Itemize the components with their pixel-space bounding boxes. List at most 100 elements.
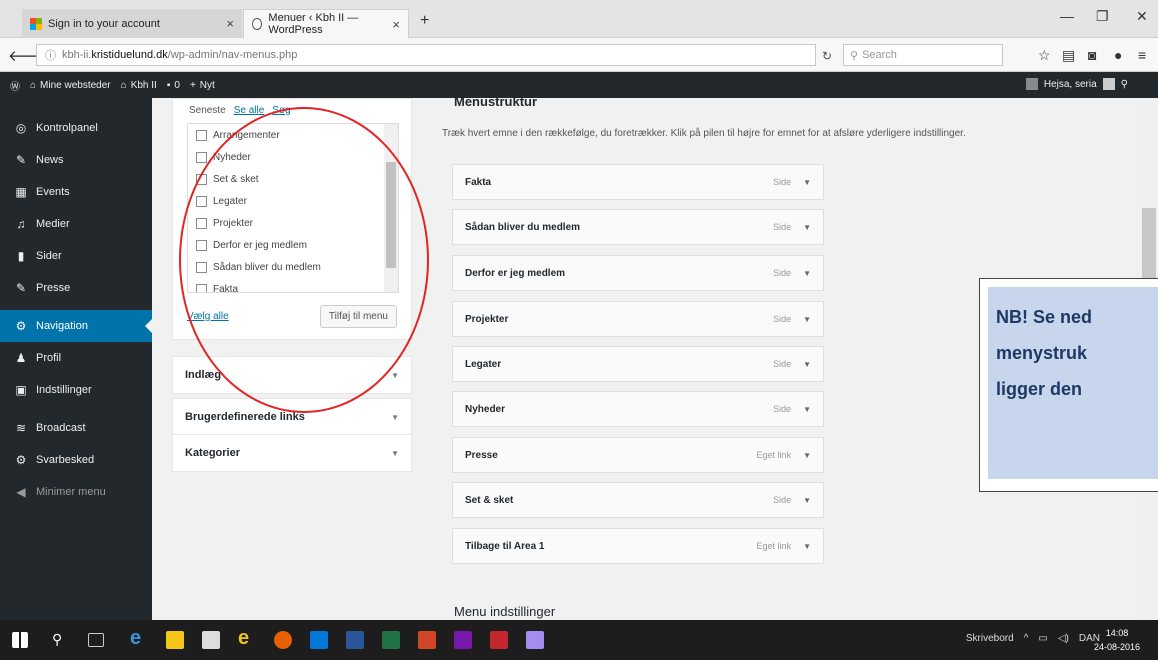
wp-admin-bar: Ⓦ ⌂ Mine websteder ⌂ Kbh II ▪ 0 + Nyt Hejsa,… bbox=[0, 72, 1158, 98]
expand-toggle-icon[interactable]: ▼ bbox=[803, 496, 811, 505]
address-bar[interactable]: ⓘ kbh-ii. kristiduelund.dk/wp-admin/nav-m… bbox=[36, 44, 816, 66]
restore-icon[interactable]: ❐ bbox=[1096, 8, 1109, 25]
menu-item[interactable]: Legater Side ▼ bbox=[452, 346, 824, 382]
expand-toggle-icon[interactable]: ▼ bbox=[803, 178, 811, 187]
menu-item-title: Nyheder bbox=[465, 403, 506, 415]
volume-icon[interactable]: ◁) bbox=[1058, 633, 1069, 644]
sidebar-item-broadcast[interactable]: ≋ Broadcast bbox=[0, 412, 152, 444]
menu-item-title: Sådan bliver du medlem bbox=[465, 221, 581, 233]
store-icon[interactable] bbox=[202, 631, 220, 649]
sidebar-item-presse[interactable]: ✎ Presse bbox=[0, 272, 152, 304]
desktop-toolbar-label[interactable]: Skrivebord bbox=[966, 633, 1014, 644]
my-sites-link[interactable]: ⌂ Mine websteder bbox=[30, 80, 111, 91]
sidebar-item-sider[interactable]: ▮ Sider bbox=[0, 240, 152, 272]
note-line: menystruk bbox=[996, 343, 1088, 363]
expand-toggle-icon[interactable]: ▼ bbox=[803, 315, 811, 324]
internet-explorer-icon[interactable]: e bbox=[238, 627, 256, 649]
sidebar-item-indstillinger[interactable]: ▣ Indstillinger bbox=[0, 374, 152, 406]
tab-title: Menuer ‹ Kbh II — WordPress bbox=[268, 12, 359, 36]
account-area: Hejsa, seria ⚲ bbox=[1025, 78, 1128, 90]
home-icon: ⌂ bbox=[120, 79, 127, 91]
sidebar-item-events[interactable]: ▦ Events bbox=[0, 176, 152, 208]
search-input[interactable]: ⚲ Search bbox=[843, 44, 1003, 66]
close-window-icon[interactable]: ✕ bbox=[1136, 8, 1148, 25]
sidebar-item-navigation[interactable]: ⚙ Navigation bbox=[0, 310, 152, 342]
comments-link[interactable]: ▪ 0 bbox=[167, 80, 180, 91]
expand-toggle-icon[interactable]: ▼ bbox=[803, 542, 811, 551]
search-icon[interactable]: ⚲ bbox=[1121, 79, 1128, 90]
note-line: ligger den bbox=[996, 379, 1083, 399]
sidebar-item-svarbesked[interactable]: ⚙ Svarbesked bbox=[0, 444, 152, 476]
wordpress-logo-icon[interactable]: Ⓦ bbox=[10, 78, 20, 93]
clock[interactable]: 14:08 24-08-2016 bbox=[1094, 626, 1140, 654]
edge-browser-icon[interactable]: e bbox=[130, 627, 148, 649]
menu-item[interactable]: Sådan bliver du medlem Side ▼ bbox=[452, 209, 824, 245]
acrobat-icon[interactable] bbox=[490, 631, 508, 649]
pocket-icon[interactable]: ◙ bbox=[1088, 47, 1096, 63]
chevron-up-icon[interactable]: ^ bbox=[1024, 633, 1029, 644]
accordion-label: Indlæg bbox=[185, 369, 222, 381]
sidebar-item-profil[interactable]: ♟ Profil bbox=[0, 342, 152, 374]
file-explorer-icon[interactable] bbox=[166, 631, 184, 649]
windows-taskbar: ⚲ e e Skrivebord ^ ▭ ◁) DAN 14:08 24-08-… bbox=[0, 620, 1158, 660]
outlook-icon[interactable] bbox=[310, 631, 328, 649]
menu-item[interactable]: Tilbage til Area 1 Eget link ▼ bbox=[452, 528, 824, 564]
pin-icon: ✎ bbox=[15, 153, 27, 167]
bookmark-star-icon[interactable]: ☆ bbox=[1038, 47, 1051, 64]
expand-toggle-icon[interactable]: ▼ bbox=[803, 451, 811, 460]
settings-icon: ▣ bbox=[15, 383, 27, 397]
expand-toggle-icon[interactable]: ▼ bbox=[803, 405, 811, 414]
sidebar-item-kontrolpanel[interactable]: ◎ Kontrolpanel bbox=[0, 112, 152, 144]
powerpoint-icon[interactable] bbox=[418, 631, 436, 649]
checkbox[interactable] bbox=[196, 129, 207, 141]
expand-toggle-icon[interactable]: ▼ bbox=[803, 223, 811, 232]
checkbox[interactable] bbox=[196, 151, 207, 163]
extension-icon[interactable]: ● bbox=[1114, 47, 1122, 63]
reload-icon[interactable]: ↻ bbox=[822, 49, 832, 63]
firefox-icon[interactable] bbox=[274, 631, 292, 649]
menu-item[interactable]: Presse Eget link ▼ bbox=[452, 437, 824, 473]
hamburger-menu-icon[interactable]: ≡ bbox=[1138, 47, 1146, 63]
sidebar-item-label: Broadcast bbox=[36, 422, 86, 434]
clock-date: 24-08-2016 bbox=[1093, 642, 1140, 652]
minimize-icon[interactable]: — bbox=[1060, 8, 1074, 24]
menu-structure-heading: Menustruktur bbox=[454, 98, 538, 109]
menu-item-type: Side bbox=[773, 495, 792, 505]
expand-toggle-icon[interactable]: ▼ bbox=[803, 269, 811, 278]
new-label: Nyt bbox=[199, 79, 215, 91]
site-link[interactable]: ⌂ Kbh II bbox=[121, 80, 157, 91]
start-button-icon[interactable] bbox=[12, 632, 28, 648]
menu-item[interactable]: Fakta Side ▼ bbox=[452, 164, 824, 200]
network-icon[interactable]: ▭ bbox=[1038, 633, 1047, 644]
sidebar-item-medier[interactable]: ♫ Medier bbox=[0, 208, 152, 240]
tab-recent[interactable]: Seneste bbox=[189, 105, 226, 116]
reading-list-icon[interactable]: ▤ bbox=[1062, 47, 1075, 64]
menu-item[interactable]: Set & sket Side ▼ bbox=[452, 482, 824, 518]
app-icon[interactable] bbox=[526, 631, 544, 649]
onenote-icon[interactable] bbox=[454, 631, 472, 649]
avatar bbox=[1102, 78, 1115, 90]
greeting[interactable]: Hejsa, seria bbox=[1044, 79, 1097, 90]
close-tab-icon[interactable]: × bbox=[226, 16, 234, 31]
new-tab-icon[interactable]: + bbox=[420, 12, 429, 30]
expand-toggle-icon[interactable]: ▼ bbox=[803, 360, 811, 369]
tab-sign-in[interactable]: Sign in to your account × bbox=[22, 9, 242, 38]
new-content-link[interactable]: + Nyt bbox=[190, 80, 215, 91]
tab-title: Sign in to your account bbox=[48, 17, 160, 30]
word-icon[interactable] bbox=[346, 631, 364, 649]
close-tab-icon[interactable]: × bbox=[392, 17, 400, 32]
menu-item-type: Side bbox=[773, 177, 792, 187]
gear-icon: ⚙ bbox=[15, 453, 27, 467]
sidebar-item-minimer-menu[interactable]: ◀ Minimer menu bbox=[0, 476, 152, 508]
sidebar-item-news[interactable]: ✎ News bbox=[0, 144, 152, 176]
search-icon[interactable]: ⚲ bbox=[52, 631, 70, 649]
menu-item[interactable]: Projekter Side ▼ bbox=[452, 301, 824, 337]
menu-item[interactable]: Nyheder Side ▼ bbox=[452, 391, 824, 427]
tab-view-all[interactable]: Se alle bbox=[234, 105, 265, 116]
menu-item-type: Side bbox=[773, 314, 792, 324]
accordion-categories[interactable]: Kategorier ▼ bbox=[172, 434, 412, 472]
tab-wordpress-menus[interactable]: Menuer ‹ Kbh II — WordPress × bbox=[243, 9, 409, 38]
menu-item[interactable]: Derfor er jeg medlem Side ▼ bbox=[452, 255, 824, 291]
task-view-icon[interactable] bbox=[88, 633, 104, 647]
excel-icon[interactable] bbox=[382, 631, 400, 649]
